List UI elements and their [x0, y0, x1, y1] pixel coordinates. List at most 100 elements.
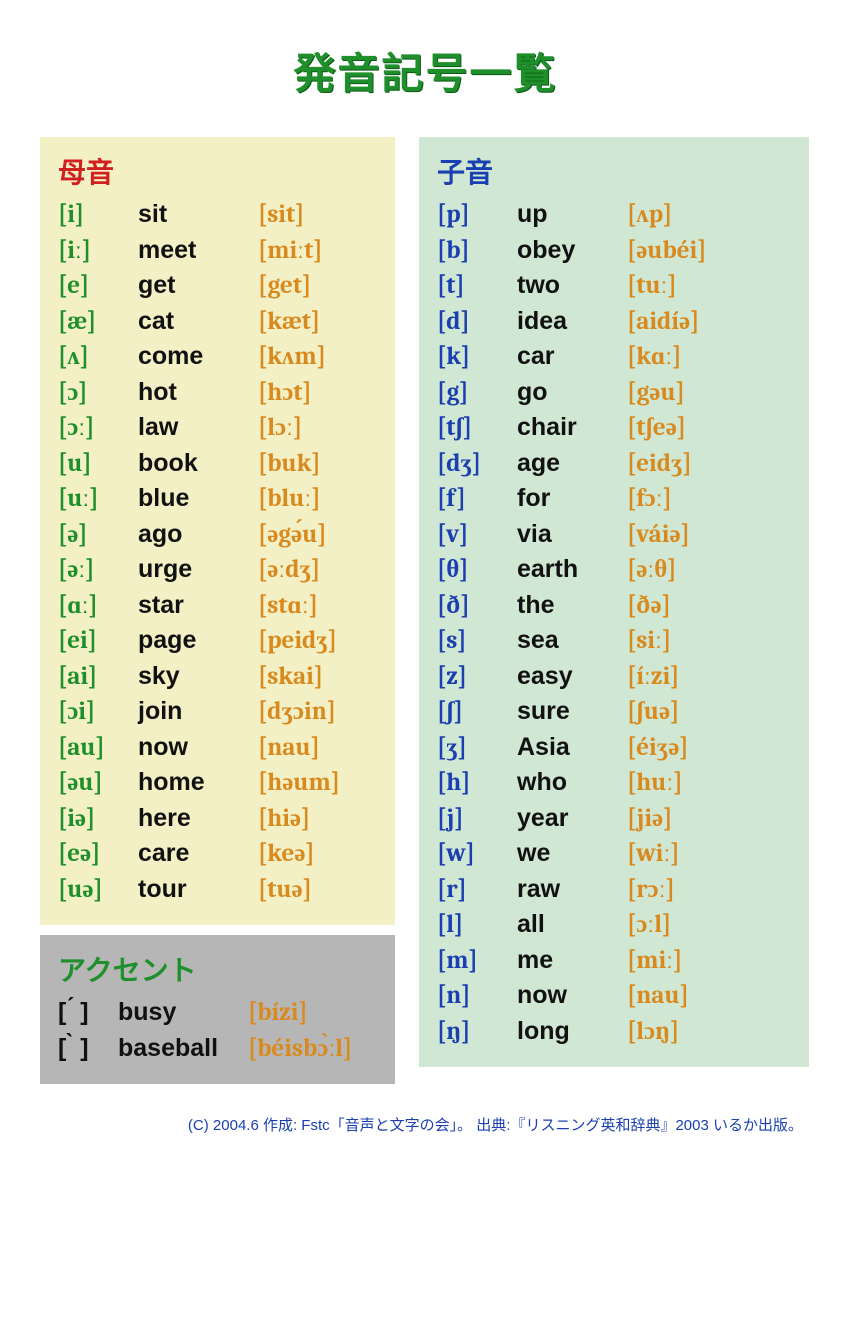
word-cell: sky	[138, 659, 258, 694]
table-row: [v]via[váiə]	[437, 517, 793, 553]
word-cell: who	[517, 765, 627, 800]
pronunciation-cell: [bízi]	[248, 996, 379, 1031]
word-cell: raw	[517, 872, 627, 907]
table-row: [əu]home[həum]	[58, 765, 379, 801]
pronunciation-cell: [hɔt]	[258, 376, 379, 411]
word-cell: busy	[118, 995, 248, 1030]
symbol-cell: [r]	[437, 873, 517, 908]
symbol-cell: [iː]	[58, 234, 138, 269]
word-cell: tour	[138, 872, 258, 907]
word-cell: age	[517, 446, 627, 481]
pronunciation-cell: [stɑː]	[258, 589, 379, 624]
word-cell: here	[138, 801, 258, 836]
accent-list: [ ́ ]busy[bízi][ ̀ ]baseball[béisbɔ̀ːl]	[58, 995, 379, 1066]
pronunciation-cell: [rɔː]	[627, 873, 793, 908]
word-cell: go	[517, 375, 627, 410]
word-cell: via	[517, 517, 627, 552]
table-row: [ɔi]join[dʒɔin]	[58, 694, 379, 730]
table-row: [dʒ]age[eidʒ]	[437, 446, 793, 482]
word-cell: me	[517, 943, 627, 978]
pronunciation-cell: [miː]	[627, 944, 793, 979]
table-row: [ɑː]star[stɑː]	[58, 588, 379, 624]
word-cell: now	[517, 978, 627, 1013]
pronunciation-cell: [gəu]	[627, 376, 793, 411]
pronunciation-cell: [sit]	[258, 198, 379, 233]
symbol-cell: [t]	[437, 269, 517, 304]
word-cell: earth	[517, 552, 627, 587]
consonants-list: [p]up[ʌp][b]obey[əubéi][t]two[tuː][d]ide…	[437, 197, 793, 1049]
table-row: [s]sea[siː]	[437, 623, 793, 659]
table-row: [ ̀ ]baseball[béisbɔ̀ːl]	[58, 1031, 379, 1067]
word-cell: urge	[138, 552, 258, 587]
word-cell: law	[138, 410, 258, 445]
pronunciation-cell: [tuə]	[258, 873, 379, 908]
vowels-header: 母音	[58, 151, 379, 191]
symbol-cell: [n]	[437, 979, 517, 1014]
pronunciation-cell: [eidʒ]	[627, 447, 793, 482]
table-row: [iː]meet[miːt]	[58, 233, 379, 269]
table-row: [au]now[nau]	[58, 730, 379, 766]
pronunciation-cell: [siː]	[627, 624, 793, 659]
word-cell: baseball	[118, 1031, 248, 1066]
word-cell: we	[517, 836, 627, 871]
table-row: [d]idea[aidíə]	[437, 304, 793, 340]
pronunciation-cell: [ðə]	[627, 589, 793, 624]
pronunciation-cell: [buk]	[258, 447, 379, 482]
pronunciation-cell: [ɔːl]	[627, 908, 793, 943]
word-cell: year	[517, 801, 627, 836]
symbol-cell: [p]	[437, 198, 517, 233]
word-cell: long	[517, 1014, 627, 1049]
symbol-cell: [j]	[437, 802, 517, 837]
pronunciation-cell: [íːzi]	[627, 660, 793, 695]
table-row: [u]book[buk]	[58, 446, 379, 482]
symbol-cell: [ɑː]	[58, 589, 138, 624]
pronunciation-cell: [keə]	[258, 837, 379, 872]
symbol-cell: [ʒ]	[437, 731, 517, 766]
symbol-cell: [z]	[437, 660, 517, 695]
table-row: [ŋ]long[lɔŋ]	[437, 1014, 793, 1050]
table-row: [b]obey[əubéi]	[437, 233, 793, 269]
left-column: 母音 [i]sit[sit][iː]meet[miːt][e]get[get][…	[40, 137, 395, 1084]
word-cell: car	[517, 339, 627, 374]
word-cell: chair	[517, 410, 627, 445]
symbol-cell: [ʃ]	[437, 695, 517, 730]
table-row: [z]easy[íːzi]	[437, 659, 793, 695]
table-row: [θ]earth[əːθ]	[437, 552, 793, 588]
pronunciation-cell: [əubéi]	[627, 234, 793, 269]
symbol-cell: [k]	[437, 340, 517, 375]
symbol-cell: [θ]	[437, 553, 517, 588]
table-row: [i]sit[sit]	[58, 197, 379, 233]
table-row: [t]two[tuː]	[437, 268, 793, 304]
pronunciation-cell: [tuː]	[627, 269, 793, 304]
symbol-cell: [u]	[58, 447, 138, 482]
word-cell: idea	[517, 304, 627, 339]
symbol-cell: [tʃ]	[437, 411, 517, 446]
pronunciation-cell: [dʒɔin]	[258, 695, 379, 730]
word-cell: all	[517, 907, 627, 942]
table-row: [ʃ]sure[ʃuə]	[437, 694, 793, 730]
pronunciation-cell: [wiː]	[627, 837, 793, 872]
word-cell: star	[138, 588, 258, 623]
table-row: [ʒ]Asia[éiʒə]	[437, 730, 793, 766]
word-cell: easy	[517, 659, 627, 694]
pronunciation-cell: [éiʒə]	[627, 731, 793, 766]
symbol-cell: [əu]	[58, 766, 138, 801]
table-row: [uə]tour[tuə]	[58, 872, 379, 908]
word-cell: hot	[138, 375, 258, 410]
word-cell: sit	[138, 197, 258, 232]
word-cell: book	[138, 446, 258, 481]
table-row: [əː]urge[əːdʒ]	[58, 552, 379, 588]
table-row: [e]get[get]	[58, 268, 379, 304]
symbol-cell: [e]	[58, 269, 138, 304]
table-row: [ai]sky[skai]	[58, 659, 379, 695]
pronunciation-cell: [kæt]	[258, 305, 379, 340]
word-cell: two	[517, 268, 627, 303]
word-cell: get	[138, 268, 258, 303]
pronunciation-cell: [əːdʒ]	[258, 553, 379, 588]
table-row: [m]me[miː]	[437, 943, 793, 979]
table-row: [g]go[gəu]	[437, 375, 793, 411]
table-row: [w]we[wiː]	[437, 836, 793, 872]
pronunciation-cell: [váiə]	[627, 518, 793, 553]
table-row: [ɔː]law[lɔː]	[58, 410, 379, 446]
table-row: [f]for[fɔː]	[437, 481, 793, 517]
